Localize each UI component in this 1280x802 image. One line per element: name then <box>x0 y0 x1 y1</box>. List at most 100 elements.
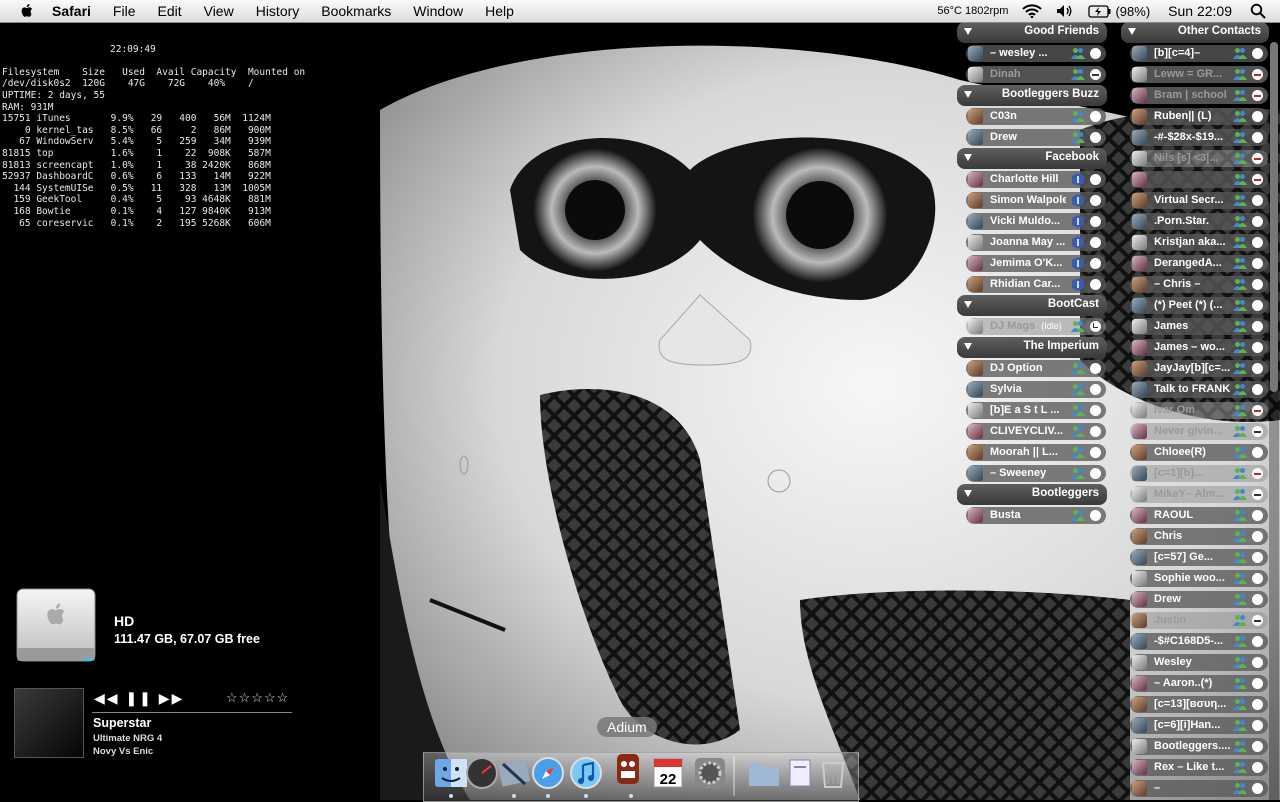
menu-bookmarks[interactable]: Bookmarks <box>310 3 402 19</box>
contact-row[interactable]: – Chris – <box>1121 274 1269 295</box>
track-rating[interactable]: ☆☆☆☆☆ <box>226 690 289 706</box>
disclosure-triangle-icon[interactable] <box>964 301 972 308</box>
contact-row[interactable]: – <box>1121 778 1269 799</box>
contact-row[interactable]: DJ Option <box>957 358 1107 379</box>
contact-row[interactable]: [c=6][i]Han... <box>1121 715 1269 736</box>
contact-row[interactable]: Joanna May ... <box>957 232 1107 253</box>
scrollbar-thumb[interactable] <box>1270 42 1278 392</box>
contact-row[interactable]: Drew <box>957 127 1107 148</box>
contact-row[interactable]: Chloee(R) <box>1121 442 1269 463</box>
contact-row[interactable]: Never givin... <box>1121 421 1269 442</box>
documents-stack-icon[interactable] <box>783 756 817 790</box>
contact-row[interactable]: Talk to FRANK <box>1121 379 1269 400</box>
hard-drive-icon[interactable] <box>14 588 98 668</box>
contact-group-header[interactable]: Bootleggers Buzz <box>957 85 1107 106</box>
contact-row[interactable]: Wesley <box>1121 652 1269 673</box>
disclosure-triangle-icon[interactable] <box>964 343 972 350</box>
mail-icon[interactable] <box>497 756 531 790</box>
contact-group-header[interactable]: Other Contacts <box>1121 22 1269 43</box>
temperature-fan-readout[interactable]: 56°C 1802rpm <box>937 5 1008 17</box>
contact-row[interactable]: Bram | school <box>1121 85 1269 106</box>
ical-icon[interactable]: 22 <box>651 756 685 790</box>
menu-history[interactable]: History <box>245 3 311 19</box>
contact-row[interactable]: Busta <box>957 505 1107 526</box>
contact-group-header[interactable]: Facebook <box>957 148 1107 169</box>
contact-row[interactable]: Ruben|| (L) <box>1121 106 1269 127</box>
contact-group-header[interactable]: The Imperium <box>957 337 1107 358</box>
contact-row[interactable]: Ivar Om <box>1121 400 1269 421</box>
contact-row[interactable]: C03n <box>957 106 1107 127</box>
menu-edit[interactable]: Edit <box>146 3 192 19</box>
disclosure-triangle-icon[interactable] <box>964 28 972 35</box>
contact-row[interactable]: Bootleggers.... <box>1121 736 1269 757</box>
contact-row[interactable]: – wesley ... <box>957 43 1107 64</box>
contact-row[interactable]: Justin <box>1121 610 1269 631</box>
previous-track-icon[interactable]: ◀◀ <box>94 690 120 706</box>
contact-row[interactable]: MikeY– Alm... <box>1121 484 1269 505</box>
contact-row[interactable]: CLIVEYCLIV... <box>957 421 1107 442</box>
contact-row[interactable]: James – wo... <box>1121 337 1269 358</box>
menu-window[interactable]: Window <box>402 3 474 19</box>
menu-help[interactable]: Help <box>474 3 525 19</box>
contact-row[interactable]: Virtual Secr... <box>1121 190 1269 211</box>
contact-row[interactable]: Simon Walpole <box>957 190 1107 211</box>
contact-row[interactable]: Leww = GR... <box>1121 64 1269 85</box>
contact-row[interactable]: James <box>1121 316 1269 337</box>
contact-list-scrollbar[interactable] <box>1269 22 1279 800</box>
contact-group-header[interactable]: BootCast <box>957 295 1107 316</box>
battery-status[interactable]: (98%) <box>1088 4 1150 19</box>
contact-row[interactable]: Dinah <box>957 64 1107 85</box>
contact-row[interactable]: Charlotte Hill <box>957 169 1107 190</box>
contact-row[interactable]: RAOUL <box>1121 505 1269 526</box>
wifi-icon[interactable] <box>1022 4 1043 18</box>
contact-row[interactable]: [c=13][вσυη... <box>1121 694 1269 715</box>
apple-menu-icon[interactable] <box>18 2 36 20</box>
contact-row[interactable]: – Sweeney <box>957 463 1107 484</box>
menu-view[interactable]: View <box>193 3 245 19</box>
spotlight-search-icon[interactable] <box>1250 3 1266 19</box>
contact-row[interactable]: Drew <box>1121 589 1269 610</box>
contact-row[interactable]: (*) Peet (*) (... <box>1121 295 1269 316</box>
contact-row[interactable]: Nils [s] <3|... <box>1121 148 1269 169</box>
contact-row[interactable]: [b][c=4]– <box>1121 43 1269 64</box>
applications-folder-icon[interactable] <box>747 756 781 790</box>
next-track-icon[interactable]: ▶▶ <box>159 690 185 706</box>
menu-app-safari[interactable]: Safari <box>46 3 102 19</box>
contact-group-header[interactable]: Bootleggers <box>957 484 1107 505</box>
contact-row[interactable]: JayJay[b][c=... <box>1121 358 1269 379</box>
finder-icon[interactable] <box>434 756 468 790</box>
disclosure-triangle-icon[interactable] <box>964 91 972 98</box>
contact-row[interactable]: [c=57] Ge... <box>1121 547 1269 568</box>
contact-row[interactable]: [b]E a S t L ... <box>957 400 1107 421</box>
album-artwork[interactable] <box>14 688 84 758</box>
disclosure-triangle-icon[interactable] <box>964 490 972 497</box>
contact-row[interactable]: .Porn.Star. <box>1121 211 1269 232</box>
contact-row[interactable]: Jemima O'K... <box>957 253 1107 274</box>
system-preferences-icon[interactable] <box>693 756 727 790</box>
itunes-icon[interactable] <box>569 756 603 790</box>
disclosure-triangle-icon[interactable] <box>964 154 972 161</box>
contact-row[interactable]: [c=1][b]... <box>1121 463 1269 484</box>
contact-row[interactable]: Moorah || L... <box>957 442 1107 463</box>
contact-row[interactable]: Rex – Like t... <box>1121 757 1269 778</box>
contact-row[interactable]: – Aaron..(*) <box>1121 673 1269 694</box>
menu-file[interactable]: File <box>102 3 147 19</box>
safari-icon[interactable] <box>531 756 565 790</box>
contact-row[interactable]: -#-$28x-$19... <box>1121 127 1269 148</box>
adium-icon[interactable] <box>611 748 645 788</box>
menu-clock[interactable]: Sun 22:09 <box>1168 3 1232 19</box>
contact-row[interactable]: Chris <box>1121 526 1269 547</box>
volume-icon[interactable] <box>1056 4 1074 18</box>
contact-row[interactable] <box>1121 169 1269 190</box>
contact-row[interactable]: -$#C168D5-... <box>1121 631 1269 652</box>
trash-icon[interactable] <box>816 756 850 790</box>
contact-row[interactable]: Vicki Muldo... <box>957 211 1107 232</box>
activity-monitor-icon[interactable] <box>465 756 499 790</box>
contact-row[interactable]: DJ Mags (Idle) <box>957 316 1107 337</box>
pause-icon[interactable]: ❚❚ <box>125 690 152 706</box>
contact-group-header[interactable]: Good Friends <box>957 22 1107 43</box>
disclosure-triangle-icon[interactable] <box>1128 28 1136 35</box>
contact-row[interactable]: Sophie woo... <box>1121 568 1269 589</box>
contact-row[interactable]: Sylvia <box>957 379 1107 400</box>
contact-row[interactable]: DerangedA... <box>1121 253 1269 274</box>
